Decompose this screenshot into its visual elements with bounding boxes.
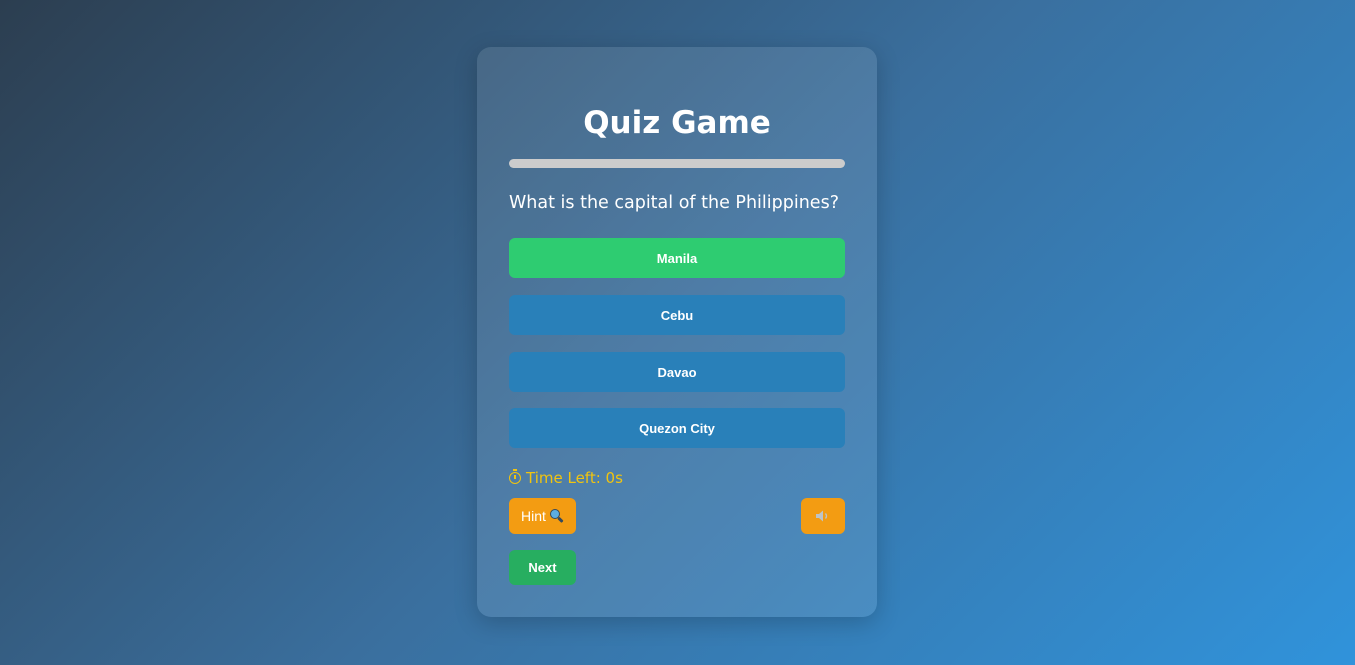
question-text: What is the capital of the Philippines?: [509, 193, 839, 213]
answer-button-davao[interactable]: Davao: [509, 352, 845, 392]
speaker-icon: [816, 510, 828, 522]
hint-button[interactable]: Hint: [509, 498, 576, 534]
quiz-title: Quiz Game: [583, 105, 771, 141]
next-button[interactable]: Next: [509, 550, 576, 585]
quiz-card: Quiz Game What is the capital of the Phi…: [477, 47, 877, 617]
timer: Time Left: 0s: [509, 467, 623, 489]
timer-label: Time Left: 0s: [526, 469, 623, 487]
sound-toggle-button[interactable]: [801, 498, 845, 534]
magnifier-icon: [549, 509, 564, 524]
hint-label: Hint: [521, 508, 546, 524]
answer-button-manila[interactable]: Manila: [509, 238, 845, 278]
stopwatch-icon: [509, 469, 521, 484]
answer-button-cebu[interactable]: Cebu: [509, 295, 845, 335]
answer-button-quezon-city[interactable]: Quezon City: [509, 408, 845, 448]
progress-bar: [509, 159, 845, 168]
